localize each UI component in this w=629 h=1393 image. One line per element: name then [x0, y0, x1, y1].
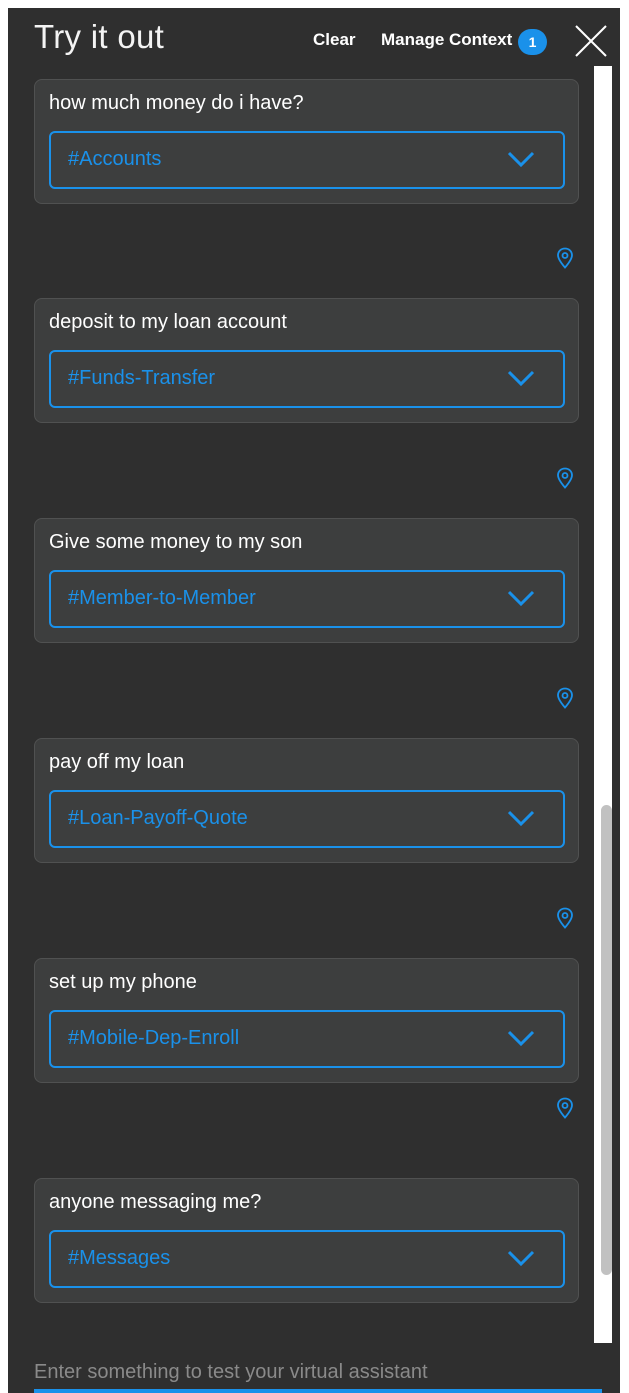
message-card: deposit to my loan account #Funds-Transf… [34, 298, 579, 423]
location-pin-icon[interactable] [556, 907, 574, 929]
chevron-down-icon [507, 590, 535, 607]
close-button[interactable] [573, 23, 609, 59]
context-count-badge[interactable]: 1 [518, 29, 547, 55]
intent-dropdown[interactable]: #Mobile-Dep-Enroll [49, 1010, 565, 1068]
user-message-text: set up my phone [49, 971, 197, 993]
user-message-text: pay off my loan [49, 751, 185, 773]
chevron-down-icon [507, 1250, 535, 1267]
chevron-down-icon [507, 370, 535, 387]
chevron-down-icon [507, 810, 535, 827]
intent-dropdown[interactable]: #Accounts [49, 131, 565, 189]
intent-dropdown[interactable]: #Funds-Transfer [49, 350, 565, 408]
scrollbar-thumb[interactable] [601, 805, 612, 1275]
message-card: anyone messaging me? #Messages [34, 1178, 579, 1303]
intent-dropdown-value: #Member-to-Member [68, 587, 256, 609]
message-card: how much money do i have? #Accounts [34, 79, 579, 204]
intent-dropdown[interactable]: #Loan-Payoff-Quote [49, 790, 565, 848]
message-input-area [8, 1351, 620, 1393]
chevron-down-icon [507, 1030, 535, 1047]
location-pin-icon[interactable] [556, 247, 574, 269]
user-message-text: deposit to my loan account [49, 311, 287, 333]
intent-dropdown-value: #Loan-Payoff-Quote [68, 807, 248, 829]
close-icon [575, 25, 607, 57]
intent-dropdown-value: #Accounts [68, 148, 162, 170]
test-input[interactable] [34, 1357, 604, 1387]
user-message-text: anyone messaging me? [49, 1191, 262, 1213]
intent-dropdown-value: #Mobile-Dep-Enroll [68, 1027, 240, 1049]
panel-title: Try it out [34, 18, 165, 55]
message-card: Give some money to my son #Member-to-Mem… [34, 518, 579, 643]
location-pin-icon[interactable] [556, 1097, 574, 1119]
try-it-out-panel: Try it out Clear Manage Context 1 how mu… [8, 8, 620, 1393]
clear-button[interactable]: Clear [313, 30, 356, 50]
panel-header: Try it out Clear Manage Context 1 [8, 8, 620, 74]
message-card: pay off my loan #Loan-Payoff-Quote [34, 738, 579, 863]
chevron-down-icon [507, 151, 535, 168]
conversation-scroll-area[interactable]: how much money do i have? #Accounts depo… [8, 74, 602, 1351]
intent-dropdown-value: #Messages [68, 1247, 171, 1269]
user-message-text: how much money do i have? [49, 92, 304, 114]
user-message-text: Give some money to my son [49, 531, 303, 553]
location-pin-icon[interactable] [556, 687, 574, 709]
input-focus-underline [34, 1389, 602, 1393]
top-border [0, 0, 629, 8]
intent-dropdown[interactable]: #Member-to-Member [49, 570, 565, 628]
intent-dropdown-value: #Funds-Transfer [68, 367, 216, 389]
manage-context-button[interactable]: Manage Context [381, 30, 512, 50]
location-pin-icon[interactable] [556, 467, 574, 489]
message-card: set up my phone #Mobile-Dep-Enroll [34, 958, 579, 1083]
intent-dropdown[interactable]: #Messages [49, 1230, 565, 1288]
